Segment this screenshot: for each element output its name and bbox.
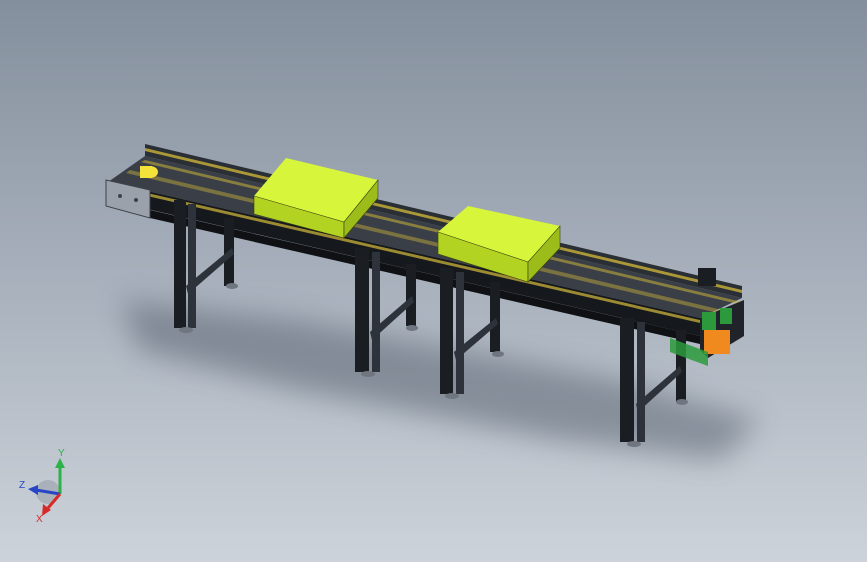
cad-viewport[interactable]: Y Z X [0,0,867,562]
y-axis-label: Y [58,448,65,459]
conveyor-model[interactable] [0,0,867,562]
z-axis-label: Z [19,480,25,491]
yellow-roller [140,166,158,178]
axis-triad: Y Z X [18,448,78,525]
belt-surface [108,156,742,318]
x-axis-label: X [36,514,43,524]
